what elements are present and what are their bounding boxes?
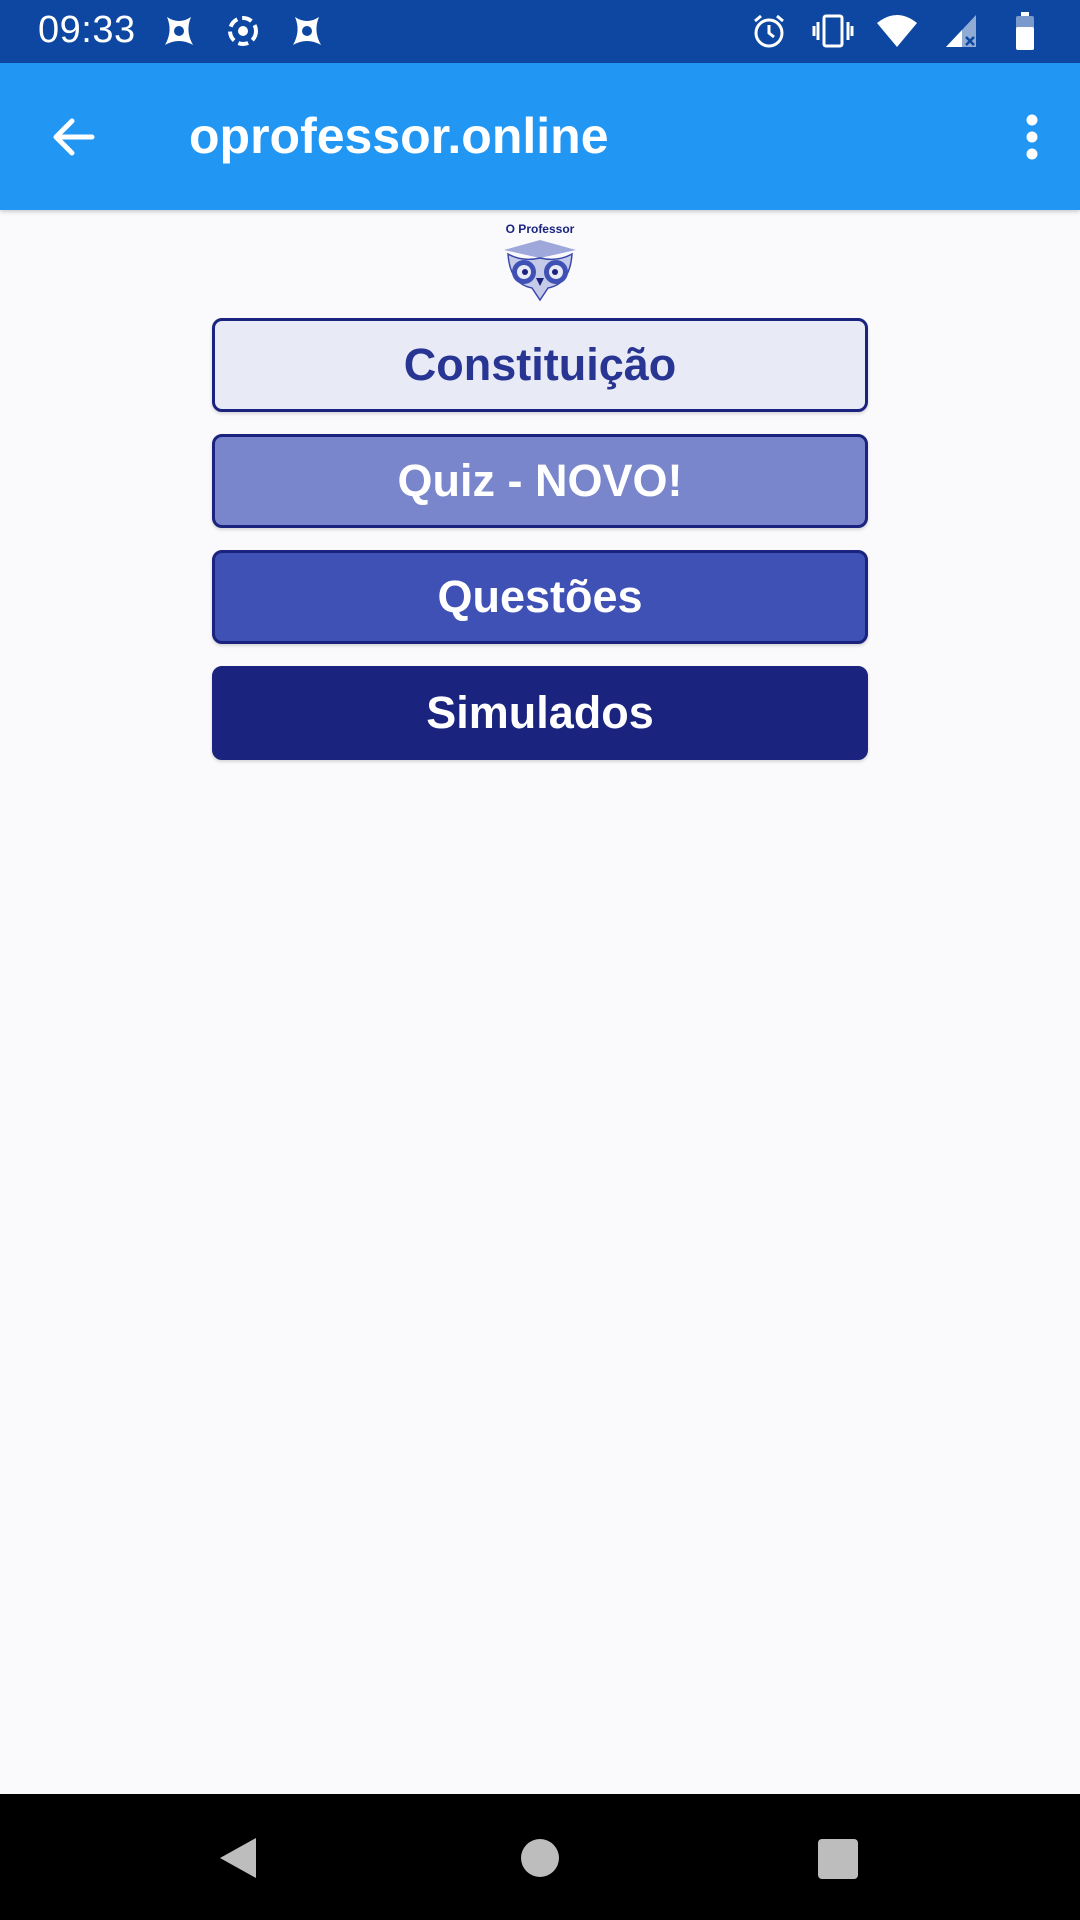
battery-icon: [1004, 10, 1046, 52]
status-bar: 09:33: [0, 0, 1080, 63]
more-options-button[interactable]: [1012, 107, 1052, 167]
page-title: oprofessor.online: [189, 108, 609, 164]
back-button[interactable]: [44, 107, 104, 167]
owl-icon: [504, 240, 576, 302]
wifi-icon: [876, 10, 918, 52]
arrow-left-icon: [53, 118, 95, 156]
notification-icons: [158, 10, 328, 52]
navigation-bar: [0, 1794, 1080, 1920]
more-vert-icon: [1026, 114, 1038, 160]
questoes-button[interactable]: Questões: [212, 550, 868, 644]
system-icons: [748, 10, 1046, 52]
quiz-label: Quiz - NOVO!: [397, 455, 683, 506]
simulados-label: Simulados: [426, 687, 654, 738]
quiz-button[interactable]: Quiz - NOVO!: [212, 434, 868, 528]
nav-recents-icon[interactable]: [818, 1839, 858, 1879]
nav-back-icon[interactable]: [216, 1834, 260, 1882]
alarm-icon: [748, 10, 790, 52]
o-professor-logo: O Professor: [494, 222, 586, 302]
app-bar: oprofessor.online: [0, 63, 1080, 210]
nav-home-icon[interactable]: [521, 1839, 559, 1877]
status-time: 09:33: [38, 9, 136, 51]
constituicao-label: Constituição: [403, 339, 677, 390]
signal-icon: [940, 10, 982, 52]
simulados-button[interactable]: Simulados: [212, 666, 868, 760]
constituicao-button[interactable]: Constituição: [212, 318, 868, 412]
app-notification-icon: [158, 10, 200, 52]
questoes-label: Questões: [437, 571, 643, 622]
vibrate-icon: [812, 10, 854, 52]
sync-notification-icon: [222, 10, 264, 52]
app-notification-icon: [286, 10, 328, 52]
